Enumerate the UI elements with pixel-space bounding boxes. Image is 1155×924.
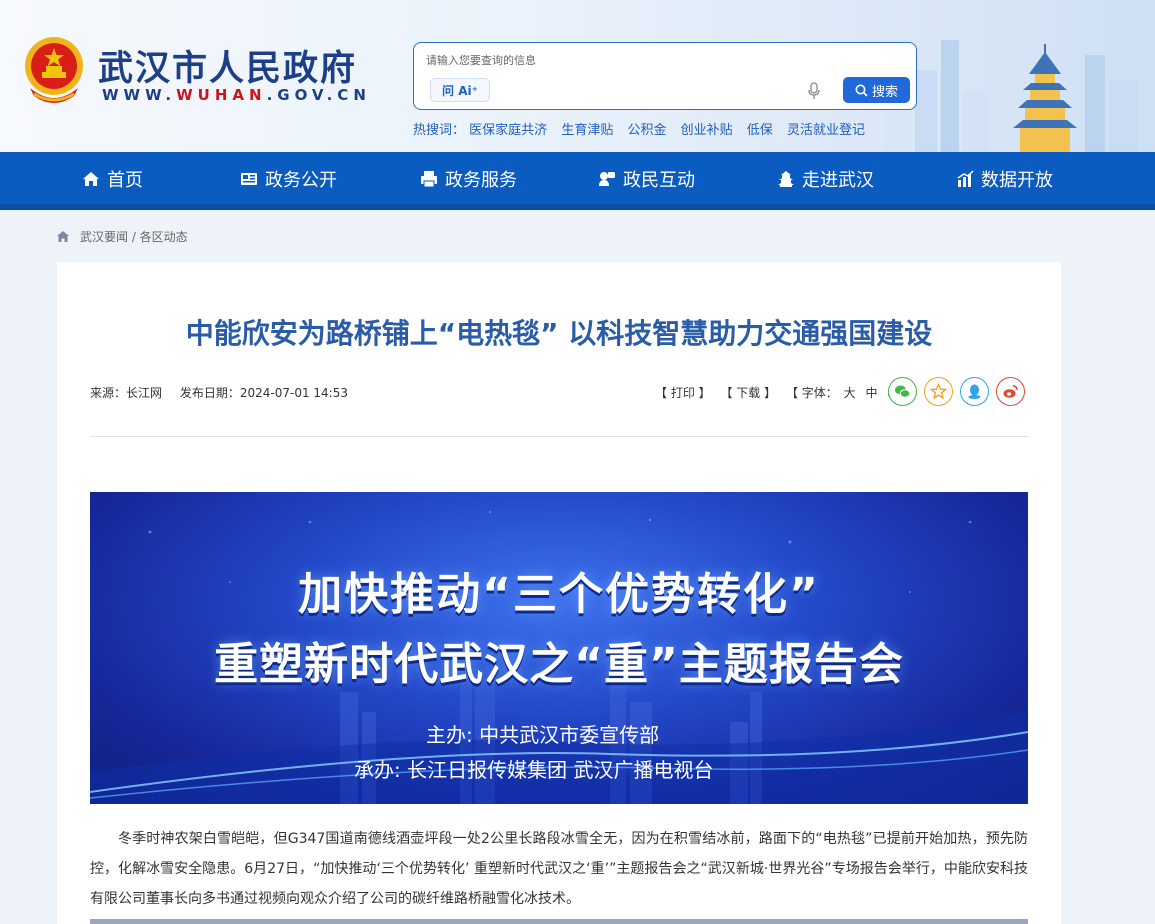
font-size-label: 【 字体：	[785, 386, 838, 400]
nav-item-label: 首页	[107, 170, 143, 191]
breadcrumb: 武汉要闻 / 各区动态	[56, 228, 188, 245]
nav-item-label: 政务服务	[445, 170, 517, 191]
search-input[interactable]: 请输入您要查询的信息	[426, 52, 536, 68]
share-buttons	[888, 377, 1025, 406]
hot-word-link[interactable]: 公积金	[627, 123, 666, 138]
microphone-icon[interactable]	[807, 82, 821, 100]
hot-words-label: 热搜词：	[413, 123, 466, 138]
banner-organizer: 承办: 长江日报传媒集团 武汉广播电视台	[354, 758, 714, 782]
chart-icon	[957, 170, 974, 187]
site-url-suffix: .GOV.CN	[266, 86, 371, 104]
article-tools: 【 打印 】 【 下载 】 【 字体： 大 中 小 】	[655, 384, 927, 401]
home-icon	[83, 172, 99, 186]
article-image-partial	[90, 919, 1028, 924]
hot-search-words: 热搜词： 医保家庭共济 生育津贴 公积金 创业补贴 低保 灵活就业登记	[413, 119, 875, 138]
font-large-button[interactable]: 大	[844, 386, 856, 400]
newspaper-icon	[241, 173, 257, 185]
qq-icon	[968, 384, 981, 399]
search-icon	[855, 84, 868, 97]
printer-icon	[421, 171, 437, 188]
wechat-icon	[895, 385, 911, 398]
wechat-share-button[interactable]	[888, 377, 917, 406]
nav-item-government-affairs[interactable]: 政务公开	[240, 166, 337, 192]
hot-word-link[interactable]: 低保	[747, 123, 773, 138]
article-meta: 来源：长江网 发布日期：2024-07-01 14:53	[90, 384, 362, 401]
national-emblem-icon	[25, 37, 83, 103]
hot-word-link[interactable]: 生育津贴	[561, 123, 613, 138]
hot-word-link[interactable]: 医保家庭共济	[469, 123, 547, 138]
article-title: 中能欣安为路桥铺上“电热毯” 以科技智慧助力交通强国建设	[185, 317, 933, 350]
chat-icon	[599, 172, 615, 186]
pagoda-icon	[778, 171, 794, 187]
nav-item-home[interactable]: 首页	[82, 166, 143, 192]
nav-item-open-data[interactable]: 数据开放	[956, 166, 1053, 192]
article-banner-image: 加快推动“三个优势转化” 重塑新时代武汉之“重”主题报告会 主办: 中共武汉市委…	[90, 492, 1028, 804]
breadcrumb-path[interactable]: 武汉要闻 / 各区动态	[80, 228, 188, 245]
nav-item-about-wuhan[interactable]: 走进武汉	[777, 166, 874, 192]
weibo-share-button[interactable]	[996, 377, 1025, 406]
site-url-brand: WUHAN	[176, 86, 267, 104]
star-icon	[930, 383, 947, 400]
banner-headline-1: 加快推动“三个优势转化”	[298, 569, 820, 620]
search-button[interactable]: 搜索	[843, 77, 910, 103]
nav-item-label: 数据开放	[981, 170, 1053, 191]
banner-host: 主办: 中共武汉市委宣传部	[426, 723, 660, 747]
font-medium-button[interactable]: 中	[865, 386, 877, 400]
search-box[interactable]: 请输入您要查询的信息 问 Ai⁺ 搜索	[413, 42, 917, 110]
nav-item-government-services[interactable]: 政务服务	[420, 166, 517, 192]
favorite-button[interactable]	[924, 377, 953, 406]
nav-item-label: 走进武汉	[802, 170, 874, 191]
banner-headline-2: 重塑新时代武汉之“重”主题报告会	[214, 639, 904, 690]
download-button[interactable]: 【 下载 】	[720, 386, 776, 400]
nav-item-label: 政务公开	[265, 170, 337, 191]
meta-divider	[90, 436, 1028, 437]
home-icon[interactable]	[56, 230, 70, 243]
article-card: 中能欣安为路桥铺上“电热毯” 以科技智慧助力交通强国建设 来源：长江网 发布日期…	[57, 262, 1061, 924]
site-header: 武汉市人民政府 WWW.WUHAN.GOV.CN 请输入您要查询的信息 问 Ai…	[0, 0, 1155, 152]
article-source: 来源：长江网	[90, 386, 163, 400]
search-button-label: 搜索	[871, 84, 898, 100]
article-date: 发布日期：2024-07-01 14:53	[179, 386, 348, 400]
site-url-prefix: WWW.	[102, 86, 177, 104]
hot-word-link[interactable]: 创业补贴	[681, 123, 733, 138]
main-nav: 首页 政务公开 政务服务 政民互动 走进武汉 数据开放	[0, 152, 1155, 210]
article-paragraph: 冬季时神农架白雪皑皑，但G347国道南德线酒壶坪段一处2公里长路段冰雪全无，因为…	[90, 831, 1028, 907]
nav-item-label: 政民互动	[623, 170, 695, 191]
site-title[interactable]: 武汉市人民政府	[98, 40, 357, 91]
weibo-icon	[1003, 385, 1018, 398]
nav-item-interaction[interactable]: 政民互动	[598, 166, 695, 192]
hot-word-link[interactable]: 灵活就业登记	[787, 123, 865, 138]
print-button[interactable]: 【 打印 】	[655, 386, 711, 400]
ai-ask-button[interactable]: 问 Ai⁺	[430, 78, 490, 102]
qq-share-button[interactable]	[960, 377, 989, 406]
site-url[interactable]: WWW.WUHAN.GOV.CN	[102, 86, 371, 104]
